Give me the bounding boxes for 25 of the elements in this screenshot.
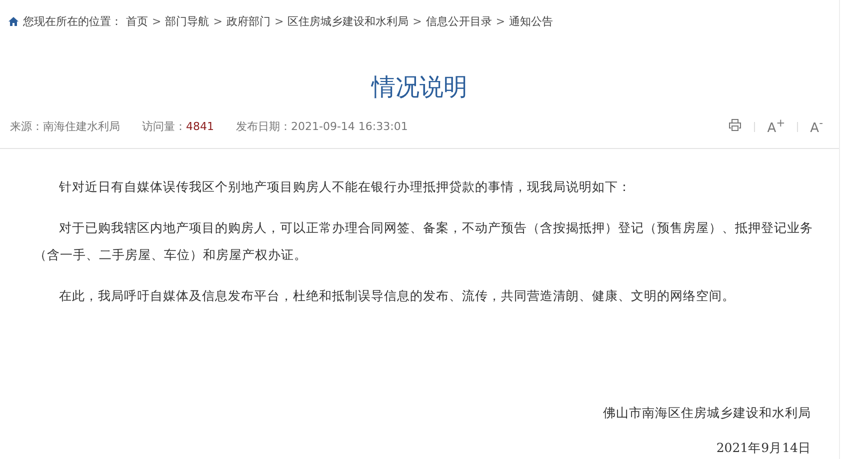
- breadcrumb-separator: >: [496, 15, 506, 28]
- breadcrumb-link[interactable]: 通知公告: [509, 14, 554, 29]
- meta-info: 来源：南海住建水利局: [10, 119, 120, 134]
- publish-date: 2021年9月14日: [716, 440, 811, 458]
- location-label: 您现在所在的位置：: [23, 14, 122, 29]
- meta-info: 发布日期：2021-09-14 16:33:01: [236, 119, 408, 134]
- home-icon: [8, 16, 19, 27]
- body-paragraph: 在此，我局呼吁自媒体及信息发布平台，杜绝和抵制误导信息的发布、流传，共同营造清朗、健康、文明的网络空间。: [58, 287, 736, 306]
- meta-info: 访问量：4841: [142, 119, 214, 134]
- body-paragraph: 对于已购我辖区内地产项目的购房人，可以正常办理合同网签、备案，不动产预告（含按揭抵押）登记（预售房屋）、抵押登记业务（含一手、二手房屋、车位）和房屋产权办证。: [34, 219, 814, 264]
- breadcrumb-separator: >: [274, 15, 284, 28]
- body-paragraph: 针对近日有自媒体误传我区个别地产项目购房人不能在银行办理抵押贷款的事情，现我局说明如下：: [58, 178, 632, 196]
- breadcrumb-separator: >: [213, 15, 222, 28]
- font-size-button[interactable]: A$^{-}$: [808, 117, 825, 136]
- signature: 佛山市南海区住房城乡建设和水利局: [603, 405, 811, 422]
- breadcrumb-link[interactable]: 区住房城乡建设和水利局: [288, 14, 409, 29]
- breadcrumb-separator: >: [152, 15, 162, 28]
- breadcrumb-link[interactable]: 信息公开目录: [426, 14, 492, 29]
- printer-icon: [728, 118, 742, 132]
- breadcrumb-link[interactable]: 首页: [126, 14, 148, 29]
- breadcrumb-link[interactable]: 部门导航: [165, 14, 210, 29]
- article-title: 情况说明: [370, 72, 468, 103]
- breadcrumb-separator: >: [412, 15, 422, 28]
- font-size-button[interactable]: A$^{+}$: [765, 117, 788, 136]
- breadcrumb-link[interactable]: 政府部门: [226, 14, 270, 29]
